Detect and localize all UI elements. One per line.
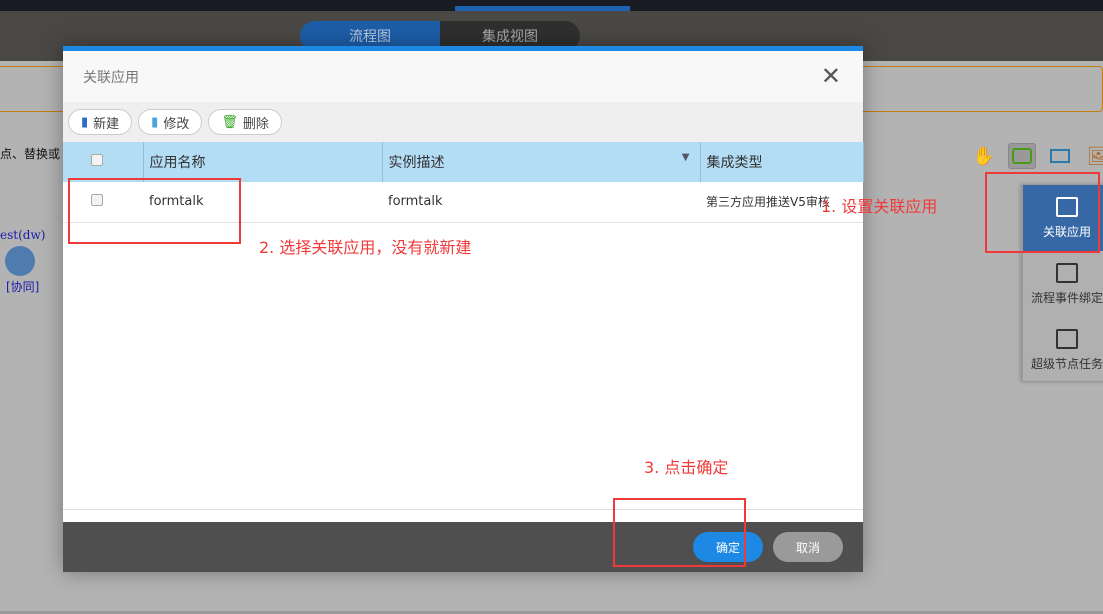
dialog-header: 关联应用 ✕ <box>63 51 863 102</box>
annotation-3: 3. 点击确定 <box>644 458 729 477</box>
node-user: est(dw) <box>0 228 46 242</box>
fit-screen-icon[interactable] <box>1046 143 1074 169</box>
annotation-box-1 <box>985 172 1100 253</box>
annotation-2: 2. 选择关联应用，没有就新建 <box>259 238 472 257</box>
cancel-button[interactable]: 取消 <box>773 532 843 562</box>
event-icon <box>1056 262 1078 283</box>
cell-description: formtalk <box>382 182 700 223</box>
related-app-dialog: 关联应用 ✕ ▮ 新建 ▮ 修改 🗑 删除 应用名称 实例描述 ▼ 集成类型 formt… <box>63 46 864 572</box>
select-all-cell <box>63 142 144 182</box>
dialog-title: 关联应用 <box>83 69 139 86</box>
edit-doc-icon: ▮ <box>151 114 159 130</box>
calendar-gear-icon <box>1056 328 1078 349</box>
column-app-name[interactable]: 应用名称 <box>143 142 383 182</box>
edit-button[interactable]: ▮ 修改 <box>138 109 203 135</box>
person-icon[interactable] <box>5 246 35 276</box>
trash-icon: 🗑 <box>221 114 238 130</box>
delete-button[interactable]: 🗑 删除 <box>208 109 282 135</box>
select-icon[interactable] <box>1008 143 1036 169</box>
node-role: [协同] <box>6 280 40 294</box>
column-integration-type[interactable]: 集成类型 <box>700 142 864 182</box>
background-hint: 点、替换或 <box>0 147 61 161</box>
edit-label: 修改 <box>163 116 190 132</box>
select-all-checkbox[interactable] <box>91 154 103 166</box>
annotation-box-2 <box>68 178 241 244</box>
annotation-box-3 <box>613 498 746 567</box>
panel-item-label: 超级节点任务 <box>1030 356 1103 371</box>
close-icon[interactable]: ✕ <box>821 64 841 88</box>
column-description[interactable]: 实例描述 ▼ <box>382 142 701 182</box>
panel-item-event-binding[interactable]: 流程事件绑定 <box>1023 251 1103 317</box>
new-doc-icon: ▮ <box>81 114 89 130</box>
new-label: 新建 <box>93 116 120 132</box>
canvas-toolbar: ✋ 🖼 <box>970 143 1103 169</box>
sort-down-icon[interactable]: ▼ <box>682 152 690 163</box>
table-header: 应用名称 实例描述 ▼ 集成类型 <box>63 142 864 182</box>
delete-label: 删除 <box>242 116 269 132</box>
hand-icon[interactable]: ✋ <box>970 143 998 169</box>
new-button[interactable]: ▮ 新建 <box>68 109 133 135</box>
panel-item-label: 流程事件绑定 <box>1030 290 1103 305</box>
dialog-toolbar: ▮ 新建 ▮ 修改 🗑 删除 <box>63 102 863 142</box>
export-image-icon[interactable]: 🖼 <box>1084 143 1103 169</box>
column-label: 实例描述 <box>388 155 445 171</box>
panel-item-super-node[interactable]: 超级节点任务 <box>1023 317 1103 383</box>
annotation-1: 1. 设置关联应用 <box>821 197 938 216</box>
